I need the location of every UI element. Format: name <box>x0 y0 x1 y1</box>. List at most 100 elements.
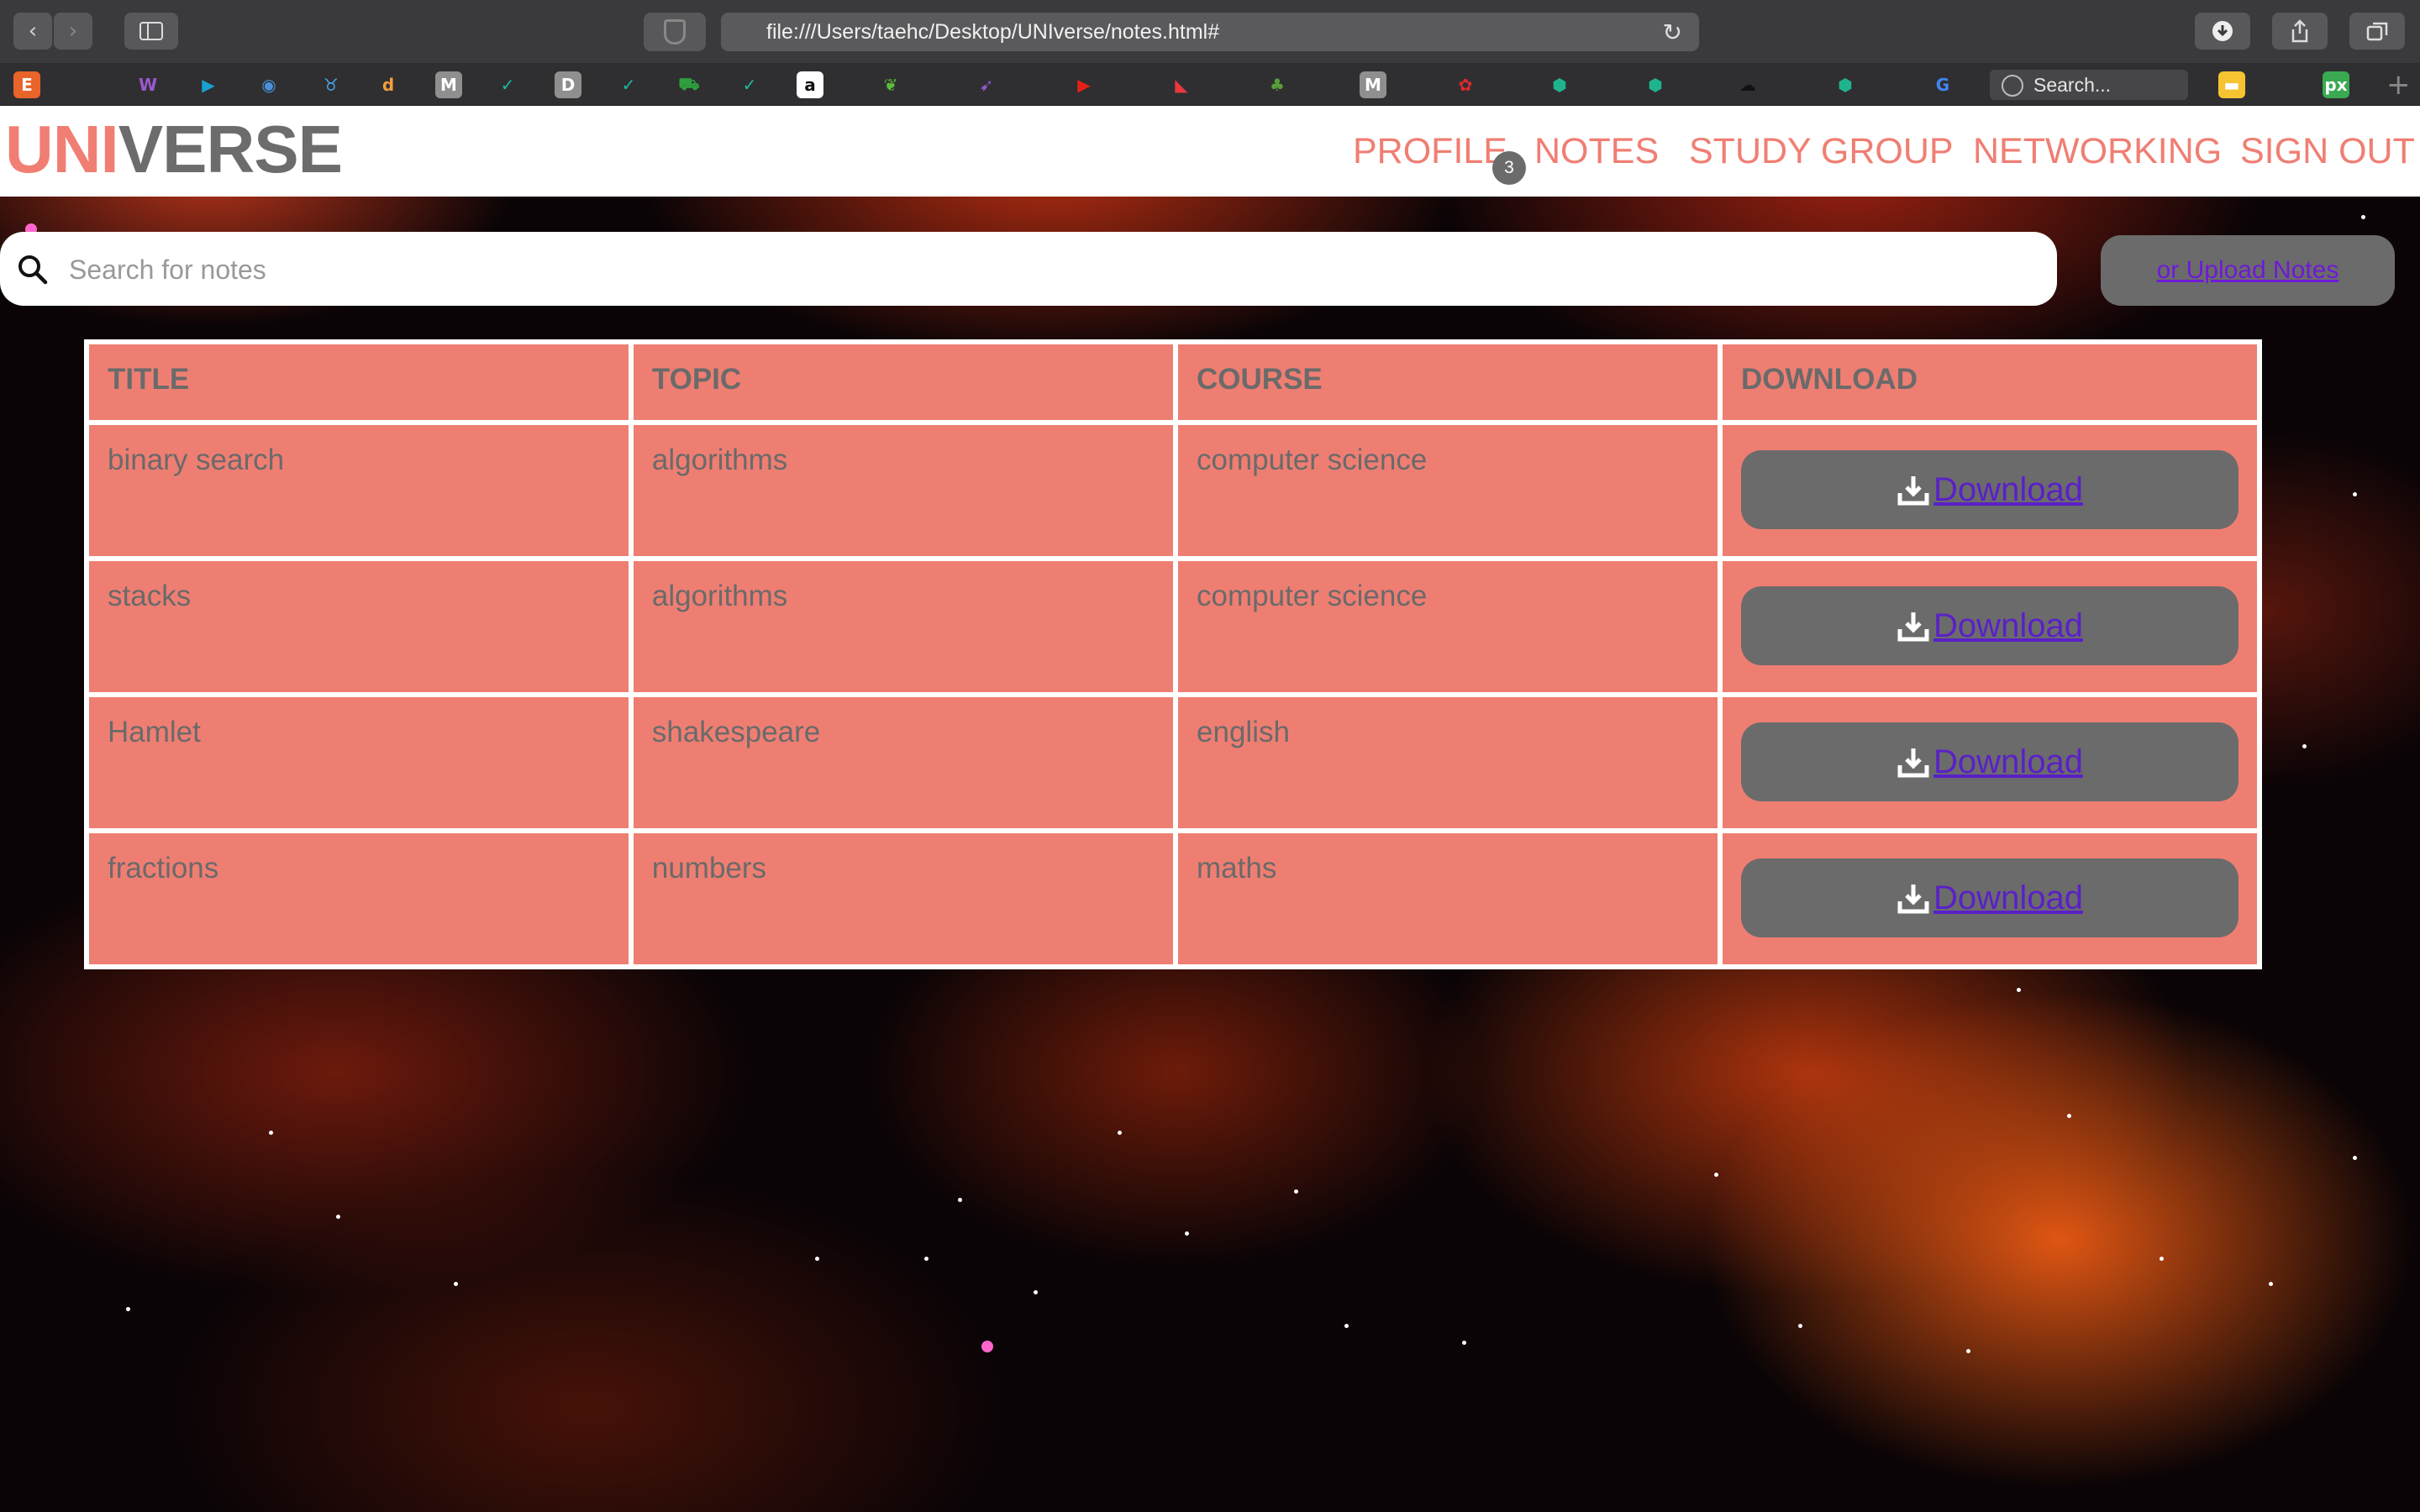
google-icon[interactable]: G <box>1929 71 1956 98</box>
poppy-icon[interactable]: ✿ <box>1452 71 1479 98</box>
cell-title: stacks <box>84 556 634 697</box>
cloud-icon[interactable]: ☁ <box>1734 71 1761 98</box>
cell-topic: algorithms <box>628 556 1179 697</box>
downloads-icon[interactable] <box>2195 13 2250 50</box>
table-row: stacks algorithms computer science Downl… <box>84 556 2262 697</box>
add-tab-icon[interactable]: + <box>2386 68 2411 102</box>
khan3-icon[interactable]: ⬢ <box>1832 71 1859 98</box>
notes-table: TITLE TOPIC COURSE DOWNLOAD binary searc… <box>84 339 2262 969</box>
reload-icon[interactable]: ↻ <box>1663 18 1682 46</box>
bookmark-search[interactable]: Search... <box>1990 70 2188 100</box>
d-icon[interactable]: d <box>375 71 402 98</box>
cell-topic: algorithms <box>628 420 1179 561</box>
check2-icon[interactable]: ✓ <box>615 71 642 98</box>
bug-icon[interactable]: ♉ <box>318 71 345 98</box>
star-decoration <box>2353 492 2357 496</box>
url-text[interactable]: file:///Users/taehc/Desktop/UNIverse/not… <box>766 20 1219 45</box>
cell-course: computer science <box>1173 556 1723 697</box>
check3-icon[interactable]: ✓ <box>736 71 763 98</box>
logo-uni: UNI <box>5 112 119 186</box>
search-icon <box>18 255 48 285</box>
star-decoration <box>336 1215 340 1219</box>
site-navbar: UNIVERSE PROFILE 3 NOTES STUDY GROUP NET… <box>0 106 2420 197</box>
star-decoration <box>1294 1189 1298 1194</box>
forward-button[interactable]: › <box>54 13 92 50</box>
tree-icon[interactable]: ♣ <box>1264 71 1291 98</box>
download-button[interactable]: Download <box>1741 450 2238 529</box>
cell-course: english <box>1173 692 1723 833</box>
site-logo[interactable]: UNIVERSE <box>5 111 343 188</box>
leaf-icon[interactable]: ❦ <box>877 71 904 98</box>
share-icon[interactable] <box>2272 13 2328 50</box>
download-label: Download <box>1933 879 2083 916</box>
download-button[interactable]: Download <box>1741 858 2238 937</box>
nav-notes[interactable]: NOTES <box>1534 131 1659 172</box>
compass-icon[interactable]: ◉ <box>255 71 282 98</box>
cell-download: Download <box>1718 556 2262 697</box>
browser-toolbar: ‹ › file:///Users/taehc/Desktop/UNIverse… <box>0 0 2420 64</box>
privacy-report-icon[interactable] <box>644 13 706 51</box>
nav-profile[interactable]: PROFILE <box>1353 131 1507 172</box>
nav-study-group[interactable]: STUDY GROUP <box>1689 131 1954 172</box>
upload-notes-button[interactable]: or Upload Notes <box>2101 235 2395 306</box>
d2-icon[interactable]: D <box>555 71 581 98</box>
notification-badge: 3 <box>1492 151 1526 185</box>
bird-icon[interactable]: ➹ <box>973 71 1000 98</box>
download-link[interactable]: Download <box>1897 607 2083 645</box>
car-icon[interactable]: ⛟ <box>676 71 702 98</box>
flag-icon[interactable]: ◣ <box>1168 71 1195 98</box>
w-purple-icon[interactable]: W <box>134 71 161 98</box>
download-link[interactable]: Download <box>1897 471 2083 509</box>
etsy-icon[interactable]: E <box>13 71 40 98</box>
play-icon[interactable]: ▶ <box>195 71 222 98</box>
sidebar-toggle-icon[interactable] <box>124 13 178 50</box>
note-icon[interactable]: ▬ <box>2218 71 2245 98</box>
search-input[interactable] <box>67 244 2037 296</box>
star-decoration <box>1118 1131 1122 1135</box>
bookmark-search-label: Search... <box>2033 73 2112 96</box>
cell-course: computer science <box>1173 420 1723 561</box>
m-icon[interactable]: M <box>435 71 462 98</box>
table-row: binary search algorithms computer scienc… <box>84 420 2262 561</box>
star-decoration <box>958 1198 962 1202</box>
nav-networking[interactable]: NETWORKING <box>1973 131 2222 172</box>
cell-title: Hamlet <box>84 692 634 833</box>
w-icon[interactable]: w <box>77 71 104 98</box>
star-decoration <box>1034 1290 1038 1294</box>
star-decoration <box>2160 1257 2164 1261</box>
compass-icon <box>2002 75 2023 97</box>
upload-notes-link[interactable]: or Upload Notes <box>2157 256 2339 285</box>
star-decoration <box>924 1257 929 1261</box>
table-row: Hamlet shakespeare english Download <box>84 692 2262 833</box>
header-course: COURSE <box>1173 339 1723 425</box>
px-icon[interactable]: px <box>2323 71 2349 98</box>
star-decoration <box>1462 1341 1466 1345</box>
amazon-icon[interactable]: a <box>797 71 823 98</box>
m2-icon[interactable]: M <box>1360 71 1386 98</box>
tabs-overview-icon[interactable] <box>2349 13 2405 50</box>
star-decoration <box>1344 1324 1349 1328</box>
youtube-icon[interactable]: ▶ <box>1071 71 1097 98</box>
star-decoration <box>2017 988 2021 992</box>
table-header-row: TITLE TOPIC COURSE DOWNLOAD <box>84 339 2262 425</box>
download-link[interactable]: Download <box>1897 743 2083 781</box>
back-button[interactable]: ‹ <box>13 13 52 50</box>
download-icon <box>1897 612 1929 642</box>
cell-download: Download <box>1718 420 2262 561</box>
download-link[interactable]: Download <box>1897 879 2083 917</box>
nav-sign-out[interactable]: SIGN OUT <box>2240 131 2415 172</box>
download-button[interactable]: Download <box>1741 722 2238 801</box>
download-button[interactable]: Download <box>1741 586 2238 665</box>
star-decoration <box>2067 1114 2071 1118</box>
star-decoration <box>981 1341 993 1352</box>
header-download: DOWNLOAD <box>1718 339 2262 425</box>
khan2-icon[interactable]: ⬢ <box>1642 71 1669 98</box>
star-decoration <box>2302 744 2307 748</box>
cell-title: fractions <box>84 828 634 969</box>
check-icon[interactable]: ✓ <box>494 71 521 98</box>
khan-icon[interactable]: ⬢ <box>1546 71 1573 98</box>
star-decoration <box>1185 1231 1189 1236</box>
download-icon <box>1897 748 1929 778</box>
address-bar[interactable]: file:///Users/taehc/Desktop/UNIverse/not… <box>721 13 1699 51</box>
cell-download: Download <box>1718 828 2262 969</box>
